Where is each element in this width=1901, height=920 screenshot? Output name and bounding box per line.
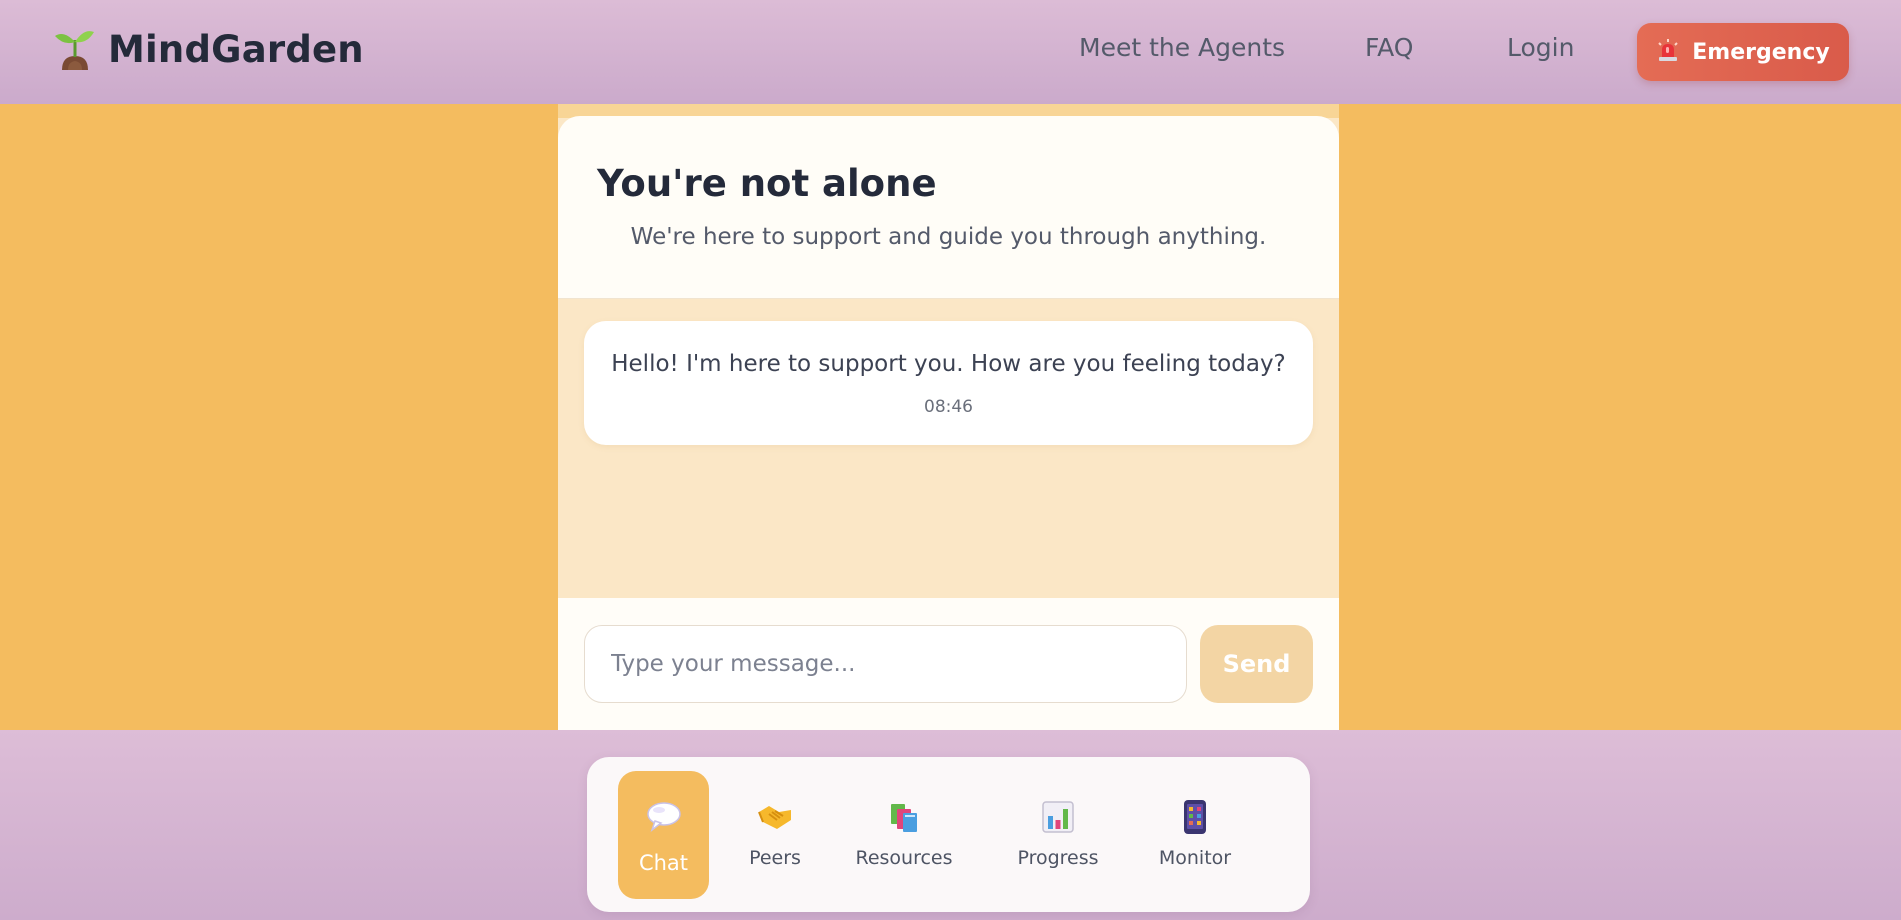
nav-meet-agents[interactable]: Meet the Agents — [1079, 33, 1285, 62]
message-input[interactable] — [584, 625, 1187, 703]
hero-subtitle: We're here to support and guide you thro… — [630, 224, 1267, 250]
tab-peers[interactable]: Peers — [735, 771, 815, 899]
tab-label: Monitor — [1158, 847, 1232, 869]
footer: Chat Peers Resources Progress Monitor — [0, 730, 1901, 920]
bottom-tab-bar: Chat Peers Resources Progress Monitor — [587, 757, 1310, 912]
hero-title: You're not alone — [597, 162, 937, 205]
brand-logo[interactable]: MindGarden — [54, 26, 364, 72]
emergency-label: Emergency — [1692, 39, 1830, 65]
message-text: Hello! I'm here to support you. How are … — [611, 351, 1286, 377]
tab-progress[interactable]: Progress — [1010, 771, 1106, 899]
message-timestamp: 08:46 — [924, 397, 973, 417]
bot-message-bubble: Hello! I'm here to support you. How are … — [584, 321, 1313, 445]
send-button[interactable]: Send — [1200, 625, 1313, 703]
tab-resources[interactable]: Resources — [854, 771, 954, 899]
emergency-button[interactable]: Emergency — [1637, 23, 1849, 81]
phone-icon — [1175, 797, 1215, 837]
tab-label: Progress — [1017, 847, 1099, 869]
bar-chart-icon — [1038, 797, 1078, 837]
tab-label: Chat — [638, 851, 689, 875]
chat-panel: You're not alone We're here to support a… — [558, 104, 1339, 730]
brand-name: MindGarden — [108, 27, 364, 71]
tab-label: Peers — [749, 847, 801, 869]
top-navbar: MindGarden Meet the Agents FAQ Login Eme… — [0, 0, 1901, 104]
tab-label: Resources — [855, 847, 953, 869]
hero-card: You're not alone We're here to support a… — [558, 116, 1339, 299]
message-composer: Send — [558, 598, 1339, 730]
siren-icon — [1656, 38, 1680, 66]
speech-bubble-icon — [644, 797, 684, 837]
tab-chat[interactable]: Chat — [618, 771, 709, 899]
handshake-icon — [755, 797, 795, 837]
tab-monitor[interactable]: Monitor — [1155, 771, 1235, 899]
books-icon — [884, 797, 924, 837]
nav-login[interactable]: Login — [1507, 33, 1574, 62]
nav-faq[interactable]: FAQ — [1365, 33, 1413, 62]
chat-messages[interactable]: Hello! I'm here to support you. How are … — [558, 299, 1339, 602]
sprout-icon — [54, 26, 96, 72]
